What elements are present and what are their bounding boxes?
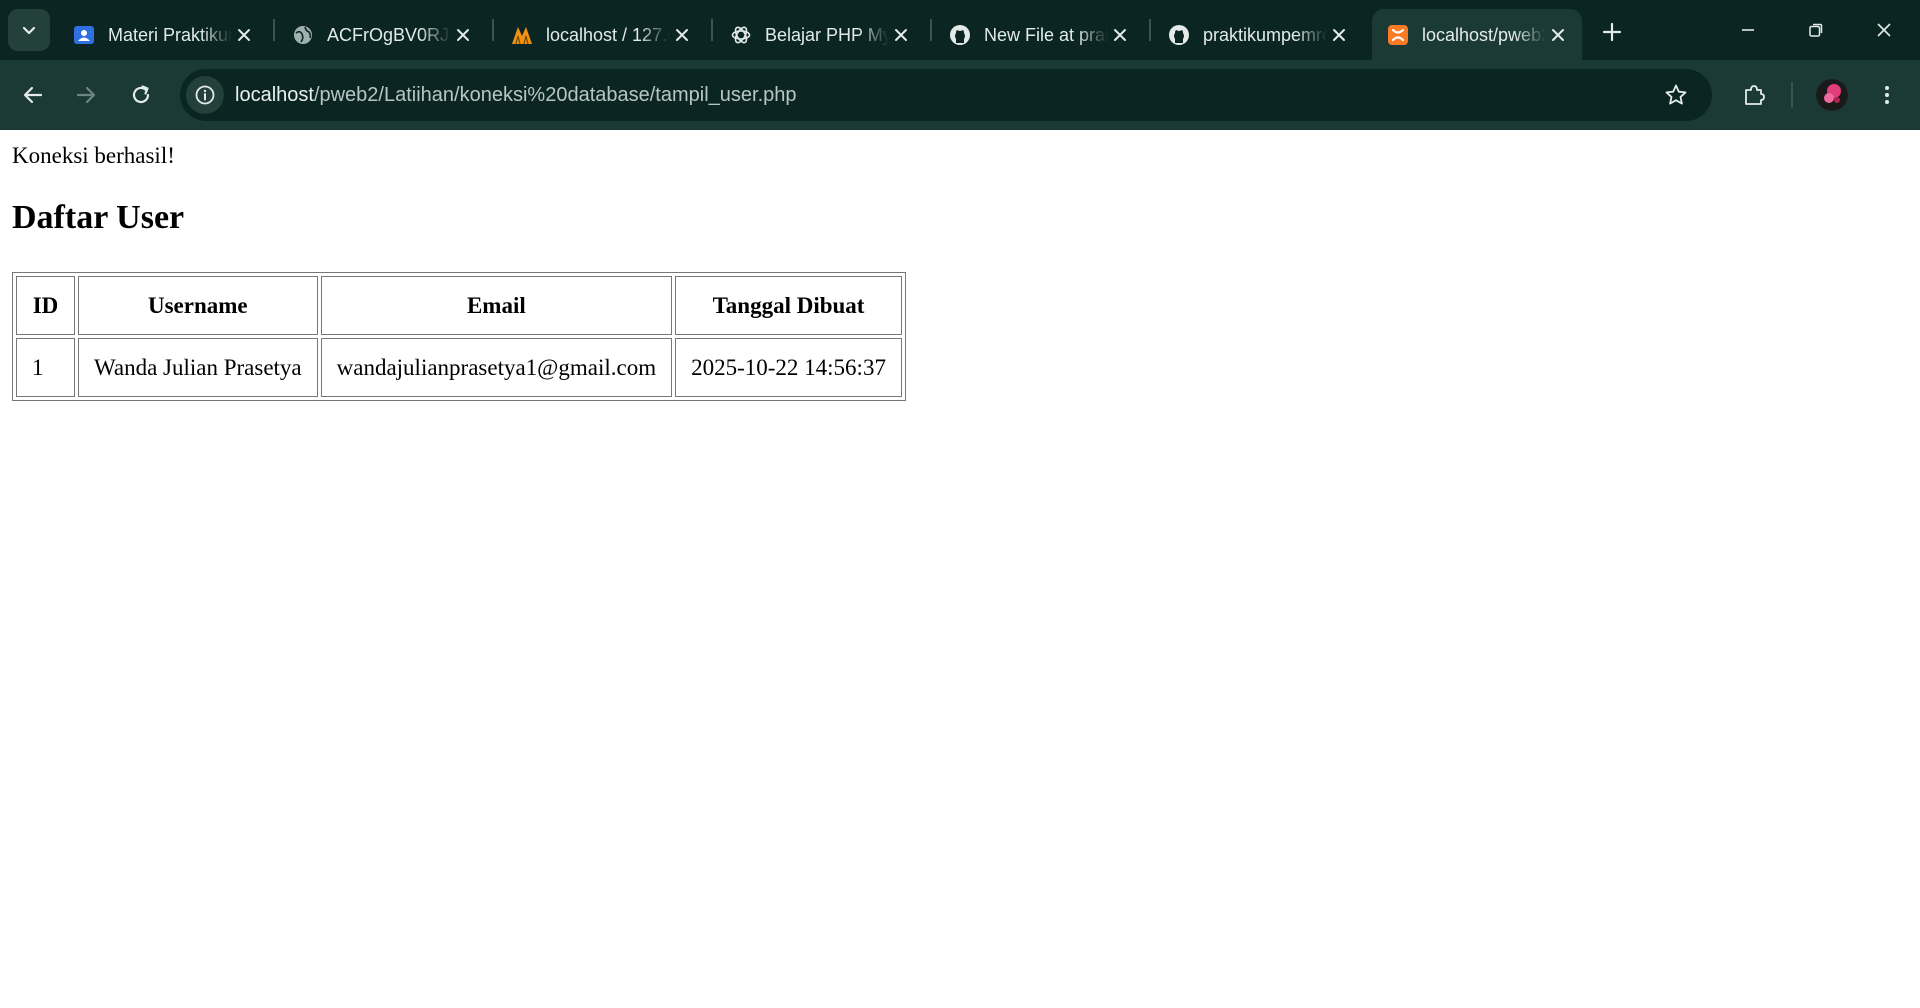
browser-tab-strip: Materi Praktikum ACFrOgBV0RJ localhost /… xyxy=(0,0,1920,60)
close-icon[interactable] xyxy=(232,23,256,47)
column-header: ID xyxy=(16,276,75,335)
tab-search-button[interactable] xyxy=(8,9,50,51)
close-icon[interactable] xyxy=(451,23,475,47)
tab-divider xyxy=(273,19,275,41)
table-cell: wandajulianprasetya1@gmail.com xyxy=(320,338,673,397)
minimize-icon xyxy=(1742,29,1754,31)
classroom-icon xyxy=(72,23,96,47)
menu-button[interactable] xyxy=(1868,76,1906,114)
new-tab-button[interactable] xyxy=(1594,14,1630,50)
close-icon[interactable] xyxy=(1108,23,1132,47)
url-path: /pweb2/Latiihan/koneksi%20database/tampi… xyxy=(313,84,797,106)
browser-tab[interactable]: praktikumpemrograman xyxy=(1153,9,1363,60)
close-icon[interactable] xyxy=(670,23,694,47)
table-cell: Wanda Julian Prasetya xyxy=(78,338,318,397)
tab-divider xyxy=(492,19,494,41)
more-vert-icon xyxy=(1885,86,1889,104)
tab-divider xyxy=(930,19,932,41)
close-window-button[interactable] xyxy=(1850,0,1918,60)
table-header-row: ID Username Email Tanggal Dibuat xyxy=(16,276,902,335)
tab-title: localhost / 127.0.0.1 xyxy=(546,24,670,45)
tab-divider xyxy=(711,19,713,41)
column-header: Tanggal Dibuat xyxy=(675,276,902,335)
browser-tab[interactable]: New File at praktikum xyxy=(934,9,1144,60)
close-icon[interactable] xyxy=(889,23,913,47)
chatgpt-icon xyxy=(729,23,753,47)
browser-toolbar: localhost/pweb2/Latiihan/koneksi%20datab… xyxy=(0,60,1920,130)
info-icon xyxy=(195,85,215,105)
bookmark-button[interactable] xyxy=(1662,81,1690,109)
phpmyadmin-icon xyxy=(510,23,534,47)
browser-tab[interactable]: Belajar PHP MySQL xyxy=(715,9,925,60)
puzzle-icon xyxy=(1745,85,1765,105)
globe-icon xyxy=(291,23,315,47)
tab-title: praktikumpemrograman xyxy=(1203,24,1327,45)
browser-tab[interactable]: localhost / 127.0.0.1 xyxy=(496,9,706,60)
arrow-right-icon xyxy=(76,86,96,104)
tab-title: Materi Praktikum xyxy=(108,24,232,45)
browser-tab[interactable]: ACFrOgBV0RJ xyxy=(277,9,487,60)
tab-title: localhost/pweb2 xyxy=(1422,24,1546,45)
back-button[interactable] xyxy=(14,76,52,114)
close-icon xyxy=(1877,23,1891,37)
column-header: Username xyxy=(78,276,318,335)
toolbar-divider xyxy=(1791,82,1793,108)
xampp-icon xyxy=(1386,23,1410,47)
profile-avatar[interactable] xyxy=(1816,79,1848,111)
github-icon xyxy=(948,23,972,47)
tab-title: New File at praktikum xyxy=(984,24,1108,45)
extensions-button[interactable] xyxy=(1735,76,1773,114)
browser-tab[interactable]: Materi Praktikum xyxy=(58,9,268,60)
restore-icon xyxy=(1809,23,1823,37)
star-icon xyxy=(1665,84,1687,105)
arrow-left-icon xyxy=(23,86,43,104)
table-cell: 1 xyxy=(16,338,75,397)
connection-status-text: Koneksi berhasil! xyxy=(12,143,175,168)
page-title: Daftar User xyxy=(12,199,185,236)
url-text[interactable]: localhost/pweb2/Latiihan/koneksi%20datab… xyxy=(235,83,797,107)
restore-button[interactable] xyxy=(1782,0,1850,60)
site-info-button[interactable] xyxy=(186,76,224,114)
column-header: Email xyxy=(320,276,673,335)
tab-title: Belajar PHP MySQL xyxy=(765,24,889,45)
tab-title: ACFrOgBV0RJ xyxy=(327,24,450,45)
minimize-button[interactable] xyxy=(1714,0,1782,60)
github-icon xyxy=(1167,23,1191,47)
user-table: ID Username Email Tanggal Dibuat 1 Wanda… xyxy=(12,272,906,401)
plus-icon xyxy=(1602,22,1622,42)
browser-tab-active[interactable]: localhost/pweb2 xyxy=(1372,9,1582,60)
address-bar[interactable]: localhost/pweb2/Latiihan/koneksi%20datab… xyxy=(180,69,1712,121)
reload-button[interactable] xyxy=(122,76,160,114)
chevron-down-icon xyxy=(22,26,36,35)
page-content: Koneksi berhasil! Daftar User ID Usernam… xyxy=(0,130,1920,1008)
reload-icon xyxy=(132,85,150,104)
tab-divider xyxy=(1149,19,1151,41)
close-icon[interactable] xyxy=(1327,23,1351,47)
forward-button[interactable] xyxy=(67,76,105,114)
table-row: 1 Wanda Julian Prasetya wandajulianprase… xyxy=(16,338,902,397)
close-icon[interactable] xyxy=(1546,23,1570,47)
table-cell: 2025-10-22 14:56:37 xyxy=(675,338,902,397)
url-host: localhost xyxy=(235,84,314,106)
